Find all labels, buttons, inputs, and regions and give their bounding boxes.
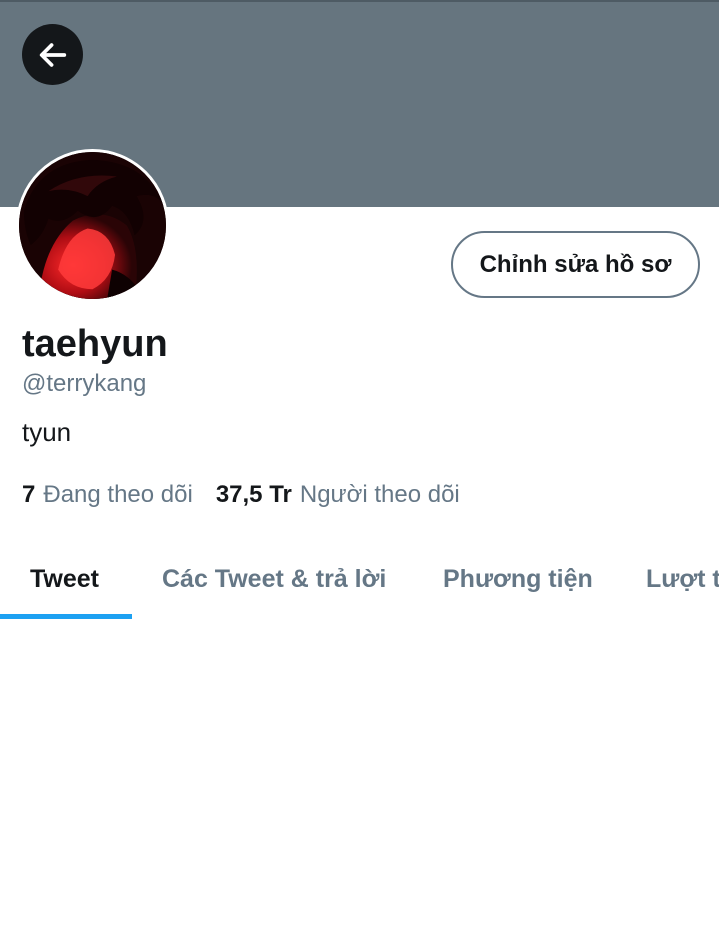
followers-label: Người theo dõi — [299, 481, 460, 508]
followers-stat[interactable]: 37,5 Tr Người theo dõi — [216, 480, 460, 510]
following-label: Đang theo dõi — [43, 481, 193, 508]
followers-count: 37,5 Tr — [215, 481, 292, 508]
following-stat[interactable]: 7 Đang theo dõi — [22, 480, 193, 510]
back-button[interactable] — [22, 24, 83, 85]
arrow-left-icon — [36, 38, 70, 72]
active-tab-indicator — [0, 614, 132, 619]
avatar[interactable] — [16, 149, 169, 302]
display-name: taehyun — [22, 323, 168, 365]
username-handle: @terrykang — [22, 370, 147, 397]
tab-likes[interactable]: Lượt thích — [646, 540, 719, 618]
following-count: 7 — [22, 481, 36, 508]
profile-tabs: Tweet Các Tweet & trả lời Phương tiện Lư… — [0, 540, 719, 620]
tab-tweets[interactable]: Tweet — [30, 540, 99, 618]
avatar-image — [19, 152, 166, 299]
edit-profile-button[interactable]: Chỉnh sửa hồ sơ — [451, 231, 700, 298]
follow-stats: 7 Đang theo dõi 37,5 Tr Người theo dõi — [22, 480, 460, 510]
profile-bio: tyun — [22, 417, 72, 447]
tab-media[interactable]: Phương tiện — [443, 540, 593, 618]
tab-tweets-and-replies[interactable]: Các Tweet & trả lời — [162, 540, 386, 618]
profile-page: Chỉnh sửa hồ sơ taehyun @terrykang tyun … — [0, 0, 719, 951]
